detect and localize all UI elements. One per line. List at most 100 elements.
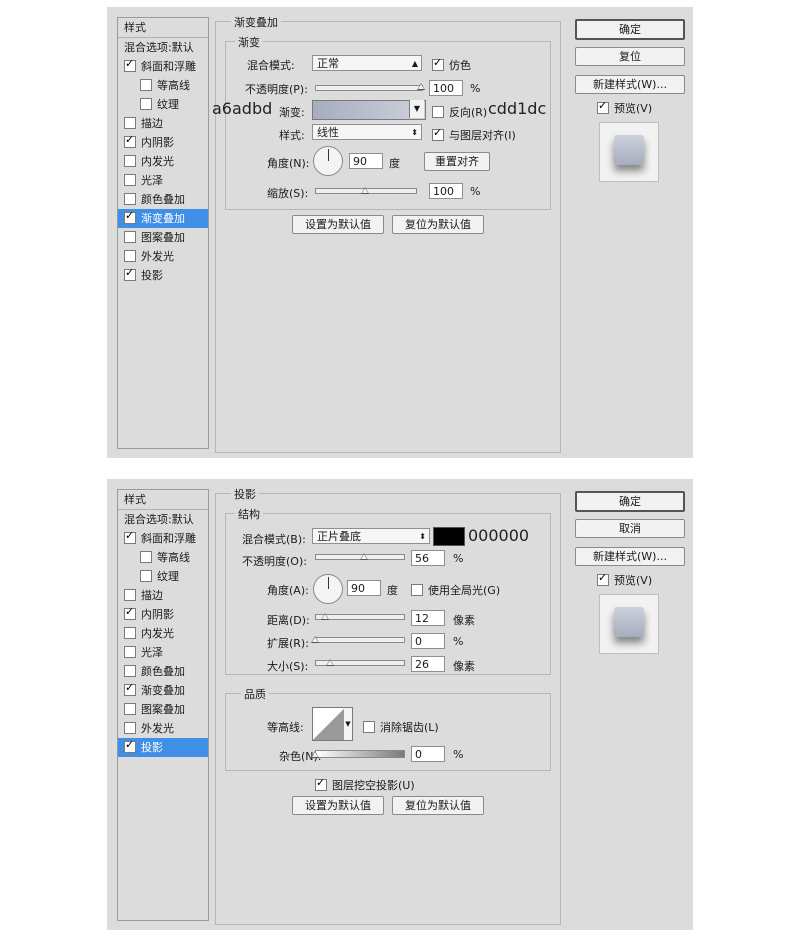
style-item[interactable]: 等高线	[118, 548, 208, 567]
style-item-checkbox[interactable]	[124, 607, 136, 620]
size-thumb[interactable]	[326, 659, 334, 666]
reverse-checkbox[interactable]: 反向(R)	[432, 104, 487, 120]
style-item-checkbox[interactable]	[124, 740, 136, 753]
contour-picker[interactable]	[312, 707, 346, 741]
style-select[interactable]: 线性 ⬍	[312, 124, 422, 140]
style-item[interactable]: 内发光	[118, 152, 208, 171]
ok-button[interactable]: 确定	[575, 19, 685, 40]
spread-slider[interactable]	[315, 637, 405, 643]
blend-options-item[interactable]: 混合选项:默认	[118, 510, 208, 529]
gradient-start-color: a6adbd	[212, 99, 273, 118]
style-preview-thumbnail	[599, 594, 659, 654]
angle-dial[interactable]	[313, 146, 343, 176]
style-item[interactable]: 投影	[118, 266, 208, 285]
spread-thumb[interactable]	[311, 636, 319, 643]
new-style-button[interactable]: 新建样式(W)...	[575, 547, 685, 566]
style-item[interactable]: 外发光	[118, 719, 208, 738]
style-item[interactable]: 光泽	[118, 643, 208, 662]
shadow-opacity-thumb[interactable]	[360, 553, 369, 560]
style-item[interactable]: 渐变叠加	[118, 209, 208, 228]
style-item-checkbox[interactable]	[124, 211, 136, 224]
style-item-checkbox[interactable]	[124, 231, 136, 243]
reset-alignment-button[interactable]: 重置对齐	[424, 152, 490, 171]
angle-input[interactable]: 90	[349, 153, 383, 169]
style-item-checkbox[interactable]	[124, 250, 136, 262]
noise-input[interactable]: 0	[411, 746, 445, 762]
scale-input[interactable]: 100	[429, 183, 463, 199]
styles-list: 样式混合选项:默认斜面和浮雕等高线纹理描边内阴影内发光光泽颜色叠加渐变叠加图案叠…	[117, 17, 209, 449]
style-item[interactable]: 渐变叠加	[118, 681, 208, 700]
preview-checkbox[interactable]: 预览(V)	[597, 572, 652, 588]
style-item[interactable]: 外发光	[118, 247, 208, 266]
opacity-slider-thumb[interactable]	[417, 83, 425, 90]
global-light-checkbox[interactable]: 使用全局光(G)	[411, 582, 500, 598]
style-item-checkbox[interactable]	[124, 117, 136, 129]
noise-slider[interactable]	[315, 750, 405, 758]
style-item-checkbox[interactable]	[124, 268, 136, 281]
style-item[interactable]: 纹理	[118, 567, 208, 586]
style-item-checkbox[interactable]	[124, 155, 136, 167]
style-item-checkbox[interactable]	[124, 665, 136, 677]
align-checkbox[interactable]: 与图层对齐(I)	[432, 127, 516, 143]
scale-slider-thumb[interactable]	[361, 187, 369, 194]
gradient-dropdown-button[interactable]: ▼	[409, 100, 424, 118]
ok-button[interactable]: 确定	[575, 491, 685, 512]
style-item-checkbox[interactable]	[124, 646, 136, 658]
shadow-blend-mode-select[interactable]: 正片叠底 ⬍	[312, 528, 430, 544]
style-item-checkbox[interactable]	[140, 551, 152, 563]
style-item[interactable]: 内阴影	[118, 605, 208, 624]
style-item[interactable]: 投影	[118, 738, 208, 757]
shadow-color-swatch[interactable]	[433, 527, 465, 546]
style-item-checkbox[interactable]	[124, 722, 136, 734]
shadow-angle-input[interactable]: 90	[347, 580, 381, 596]
opacity-slider[interactable]	[315, 85, 423, 91]
opacity-input[interactable]: 100	[429, 80, 463, 96]
style-item-checkbox[interactable]	[124, 174, 136, 186]
distance-thumb[interactable]	[321, 613, 329, 620]
shadow-angle-dial[interactable]	[313, 574, 343, 604]
make-default-button[interactable]: 设置为默认值	[292, 796, 384, 815]
style-item-checkbox[interactable]	[124, 589, 136, 601]
style-item[interactable]: 内阴影	[118, 133, 208, 152]
style-item-checkbox[interactable]	[124, 59, 136, 72]
style-item-checkbox[interactable]	[124, 193, 136, 205]
style-item[interactable]: 斜面和浮雕	[118, 529, 208, 548]
style-item-checkbox[interactable]	[124, 683, 136, 696]
style-item[interactable]: 描边	[118, 586, 208, 605]
spread-input[interactable]: 0	[411, 633, 445, 649]
style-item[interactable]: 等高线	[118, 76, 208, 95]
style-item-checkbox[interactable]	[140, 98, 152, 110]
blend-mode-select[interactable]: 正常 ▲	[312, 55, 422, 71]
cancel-button[interactable]: 取消	[575, 519, 685, 538]
style-item[interactable]: 图案叠加	[118, 700, 208, 719]
style-item-checkbox[interactable]	[124, 135, 136, 148]
blend-options-item[interactable]: 混合选项:默认	[118, 38, 208, 57]
reset-default-button[interactable]: 复位为默认值	[392, 796, 484, 815]
antialias-checkbox[interactable]: 消除锯齿(L)	[363, 719, 439, 735]
dither-checkbox[interactable]: 仿色	[432, 57, 471, 73]
style-item[interactable]: 图案叠加	[118, 228, 208, 247]
make-default-button[interactable]: 设置为默认值	[292, 215, 384, 234]
style-item[interactable]: 颜色叠加	[118, 662, 208, 681]
shadow-opacity-input[interactable]: 56	[411, 550, 445, 566]
style-item[interactable]: 光泽	[118, 171, 208, 190]
style-item-checkbox[interactable]	[124, 627, 136, 639]
style-item[interactable]: 颜色叠加	[118, 190, 208, 209]
style-item-checkbox[interactable]	[140, 79, 152, 91]
style-item-checkbox[interactable]	[124, 531, 136, 544]
reset-default-button[interactable]: 复位为默认值	[392, 215, 484, 234]
distance-input[interactable]: 12	[411, 610, 445, 626]
reset-button[interactable]: 复位	[575, 47, 685, 66]
style-item[interactable]: 斜面和浮雕	[118, 57, 208, 76]
style-item[interactable]: 描边	[118, 114, 208, 133]
noise-thumb[interactable]	[311, 751, 319, 758]
preview-checkbox[interactable]: 预览(V)	[597, 100, 652, 116]
chevron-down-icon[interactable]: ▼	[344, 707, 353, 741]
style-item-checkbox[interactable]	[140, 570, 152, 582]
new-style-button[interactable]: 新建样式(W)...	[575, 75, 685, 94]
size-input[interactable]: 26	[411, 656, 445, 672]
knockout-checkbox[interactable]: 图层挖空投影(U)	[315, 777, 415, 793]
style-item-checkbox[interactable]	[124, 703, 136, 715]
style-item[interactable]: 内发光	[118, 624, 208, 643]
style-item[interactable]: 纹理	[118, 95, 208, 114]
